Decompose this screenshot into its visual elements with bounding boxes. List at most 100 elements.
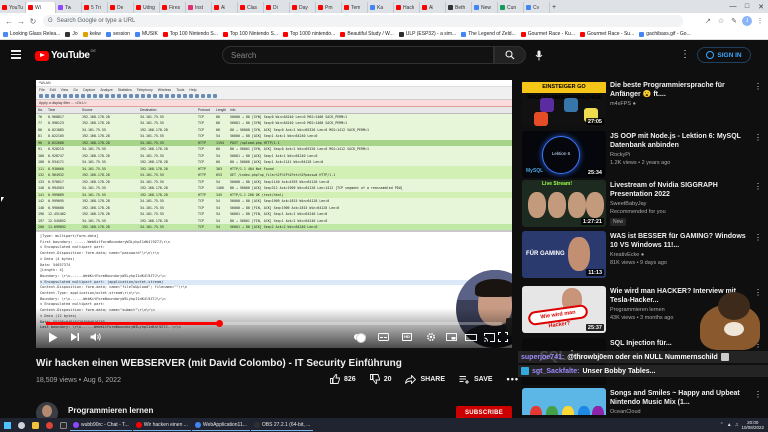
search-input[interactable]: Search [222, 46, 494, 64]
recommended-channel[interactable]: m4xFPS ● [610, 101, 636, 107]
bookmark-item[interactable]: Top 100 Nintendo S... [162, 31, 218, 37]
recommended-title[interactable]: JS OOP mit Node.js - Lektion 6: MySQL Da… [610, 132, 750, 150]
hamburger-menu-icon[interactable] [11, 50, 21, 59]
taskbar-clock[interactable]: 20:00 10/08/2022 [741, 420, 764, 431]
browser-tab[interactable]: Pm [316, 2, 342, 13]
taskbar-chrome-icon[interactable] [43, 419, 55, 431]
maximize-icon[interactable]: □ [740, 0, 754, 13]
browser-tab[interactable]: Fires [160, 2, 186, 13]
video-thumbnail[interactable] [522, 388, 606, 415]
bookmark-item[interactable]: MUSIK [134, 31, 158, 37]
video-thumbnail[interactable]: Wie wird man Hacker? 25:37 [522, 286, 606, 333]
theater-mode-button[interactable] [464, 329, 478, 345]
settings-kebab-icon[interactable]: ⋮ [680, 48, 690, 62]
bookmark-item[interactable]: session [106, 31, 130, 37]
bookmark-item[interactable]: Gourmet Race - Ku... [520, 31, 575, 37]
browser-tab[interactable]: Wi [26, 2, 56, 13]
video-options-kebab-icon[interactable]: ⋮ [754, 133, 762, 142]
recommended-video[interactable]: EINSTEIGER GO PROGRAMMIERSPRACHEN 27:05 Di… [522, 80, 762, 132]
browser-tab[interactable]: Hack [394, 2, 420, 13]
taskbar-terminal-icon[interactable] [57, 419, 69, 431]
subtitles-button[interactable] [376, 329, 390, 345]
bookmark-item[interactable]: Looking Glass Relea... [3, 31, 60, 37]
bookmark-item[interactable]: kekw [82, 31, 101, 37]
recommended-channel[interactable]: KreativEcke ● [610, 252, 644, 258]
start-button[interactable] [0, 418, 14, 432]
search-button[interactable] [494, 46, 526, 64]
browser-tab[interactable]: Tw [56, 2, 82, 13]
video-thumbnail[interactable]: Lektion 6 MySQL 25:34 [522, 131, 606, 178]
taskbar-explorer-icon[interactable] [29, 419, 41, 431]
bookmark-item[interactable]: Gourmet Race - Su... [580, 31, 634, 37]
taskbar-app-button[interactable]: Wir hacken einen ... [132, 419, 191, 431]
recommended-video[interactable]: Lektion 6 MySQL 25:34 JS OOP mit Node.js - … [522, 131, 762, 183]
tray-chevron-icon[interactable]: ⌃ [720, 422, 724, 428]
recommended-video[interactable]: Songs and Smiles ~ Happy and Upbeat Nint… [522, 388, 762, 415]
autoplay-toggle[interactable] [354, 333, 366, 343]
cast-button[interactable] [482, 329, 496, 345]
browser-tab[interactable]: Ai [420, 2, 446, 13]
youtube-logo[interactable]: YouTube DE [35, 48, 96, 61]
recommended-title[interactable]: WAS ist BESSER für GAMING? Windows 10 VS… [610, 232, 750, 250]
video-thumbnail[interactable]: FÜR GAMING 11:13 [522, 231, 606, 278]
taskbar-search-icon[interactable] [15, 419, 27, 431]
browser-tab[interactable]: Cun [498, 2, 524, 13]
video-thumbnail[interactable]: EINSTEIGER GO PROGRAMMIERSPRACHEN 27:05 [522, 80, 606, 127]
voice-search-button[interactable] [531, 46, 547, 64]
browser-tab[interactable]: Day [290, 2, 316, 13]
browser-tab[interactable]: Cv [524, 2, 550, 13]
recommended-channel[interactable]: SweetBabyJay [610, 201, 646, 207]
network-icon[interactable]: ▲ [727, 422, 732, 428]
settings-button[interactable] [424, 329, 438, 345]
bookmark-item[interactable]: Jo [65, 31, 78, 37]
browser-tab[interactable]: Beth [446, 2, 472, 13]
bookmark-item[interactable]: The Legend of Zeld... [461, 31, 516, 37]
video-thumbnail[interactable]: Live Stream! 1:27:21 [522, 180, 606, 227]
browser-tab[interactable]: Inst [186, 2, 212, 13]
recommended-channel[interactable]: RockyPi [610, 152, 630, 158]
minimize-icon[interactable]: — [726, 0, 740, 13]
save-button[interactable]: SAVE [459, 375, 493, 384]
recommended-title[interactable]: Die beste Programmiersprache für Anfänge… [610, 81, 750, 99]
browser-tab[interactable]: New [472, 2, 498, 13]
address-bar[interactable]: G Search Google or type a URL [43, 15, 683, 27]
browser-tab[interactable]: YouTube [0, 2, 26, 13]
mute-button[interactable] [88, 329, 104, 345]
browser-tab[interactable]: Ka [368, 2, 394, 13]
bookmark-item[interactable]: ULP (ESP32) - a sim... [398, 31, 456, 37]
next-button[interactable] [68, 329, 82, 345]
recommended-title[interactable]: Livestream of Nvidia SIGGRAPH Presentati… [610, 181, 750, 199]
browser-tab[interactable]: Ai [212, 2, 238, 13]
video-options-kebab-icon[interactable]: ⋮ [754, 82, 762, 91]
browser-tab[interactable]: Udng [134, 2, 160, 13]
video-options-kebab-icon[interactable]: ⋮ [754, 182, 762, 191]
play-button[interactable] [46, 329, 60, 345]
video-options-kebab-icon[interactable]: ⋮ [754, 390, 762, 399]
profile-avatar[interactable]: J [742, 16, 752, 26]
taskbar-app-button[interactable]: OBS 27.2.1 (64-bit, ... [250, 419, 314, 431]
browser-tab[interactable]: Tem [342, 2, 368, 13]
progress-bar[interactable] [46, 320, 502, 327]
forward-icon[interactable]: → [15, 15, 27, 27]
video-options-kebab-icon[interactable]: ⋮ [754, 233, 762, 242]
video-player[interactable]: *WLAN File Edit View Go Capture Analyze Statis… [36, 80, 512, 348]
recommended-video[interactable]: Live Stream! 1:27:21 Livestream of Nvidia … [522, 180, 762, 232]
bookmark-item[interactable]: Top 1000 nintendo... [282, 31, 335, 37]
extensions-icon[interactable]: ✎ [729, 16, 739, 26]
browser-tab[interactable]: Di [264, 2, 290, 13]
back-icon[interactable]: ← [3, 15, 15, 27]
recommended-video[interactable]: FÜR GAMING 11:13 WAS ist BESSER für GAMING… [522, 231, 762, 283]
miniplayer-button[interactable] [444, 329, 458, 345]
new-tab-button[interactable]: + [550, 2, 560, 13]
dislike-button[interactable]: 20 [369, 374, 391, 384]
recommended-title[interactable]: Songs and Smiles ~ Happy and Upbeat Nint… [610, 389, 750, 407]
recommended-channel[interactable]: Programmieren lernen [610, 307, 665, 313]
browser-menu-icon[interactable]: ⋮ [755, 16, 765, 26]
browser-tab[interactable]: Clas [238, 2, 264, 13]
bookmark-star-icon[interactable]: ☆ [716, 16, 726, 26]
speaker-icon[interactable]: ♫ [735, 422, 739, 428]
taskbar-app-button[interactable]: WebApplication11... [191, 419, 250, 431]
reload-icon[interactable]: ↻ [27, 15, 39, 27]
channel-name[interactable]: Programmieren lernen [68, 406, 153, 415]
share-button[interactable]: SHARE [405, 374, 445, 384]
